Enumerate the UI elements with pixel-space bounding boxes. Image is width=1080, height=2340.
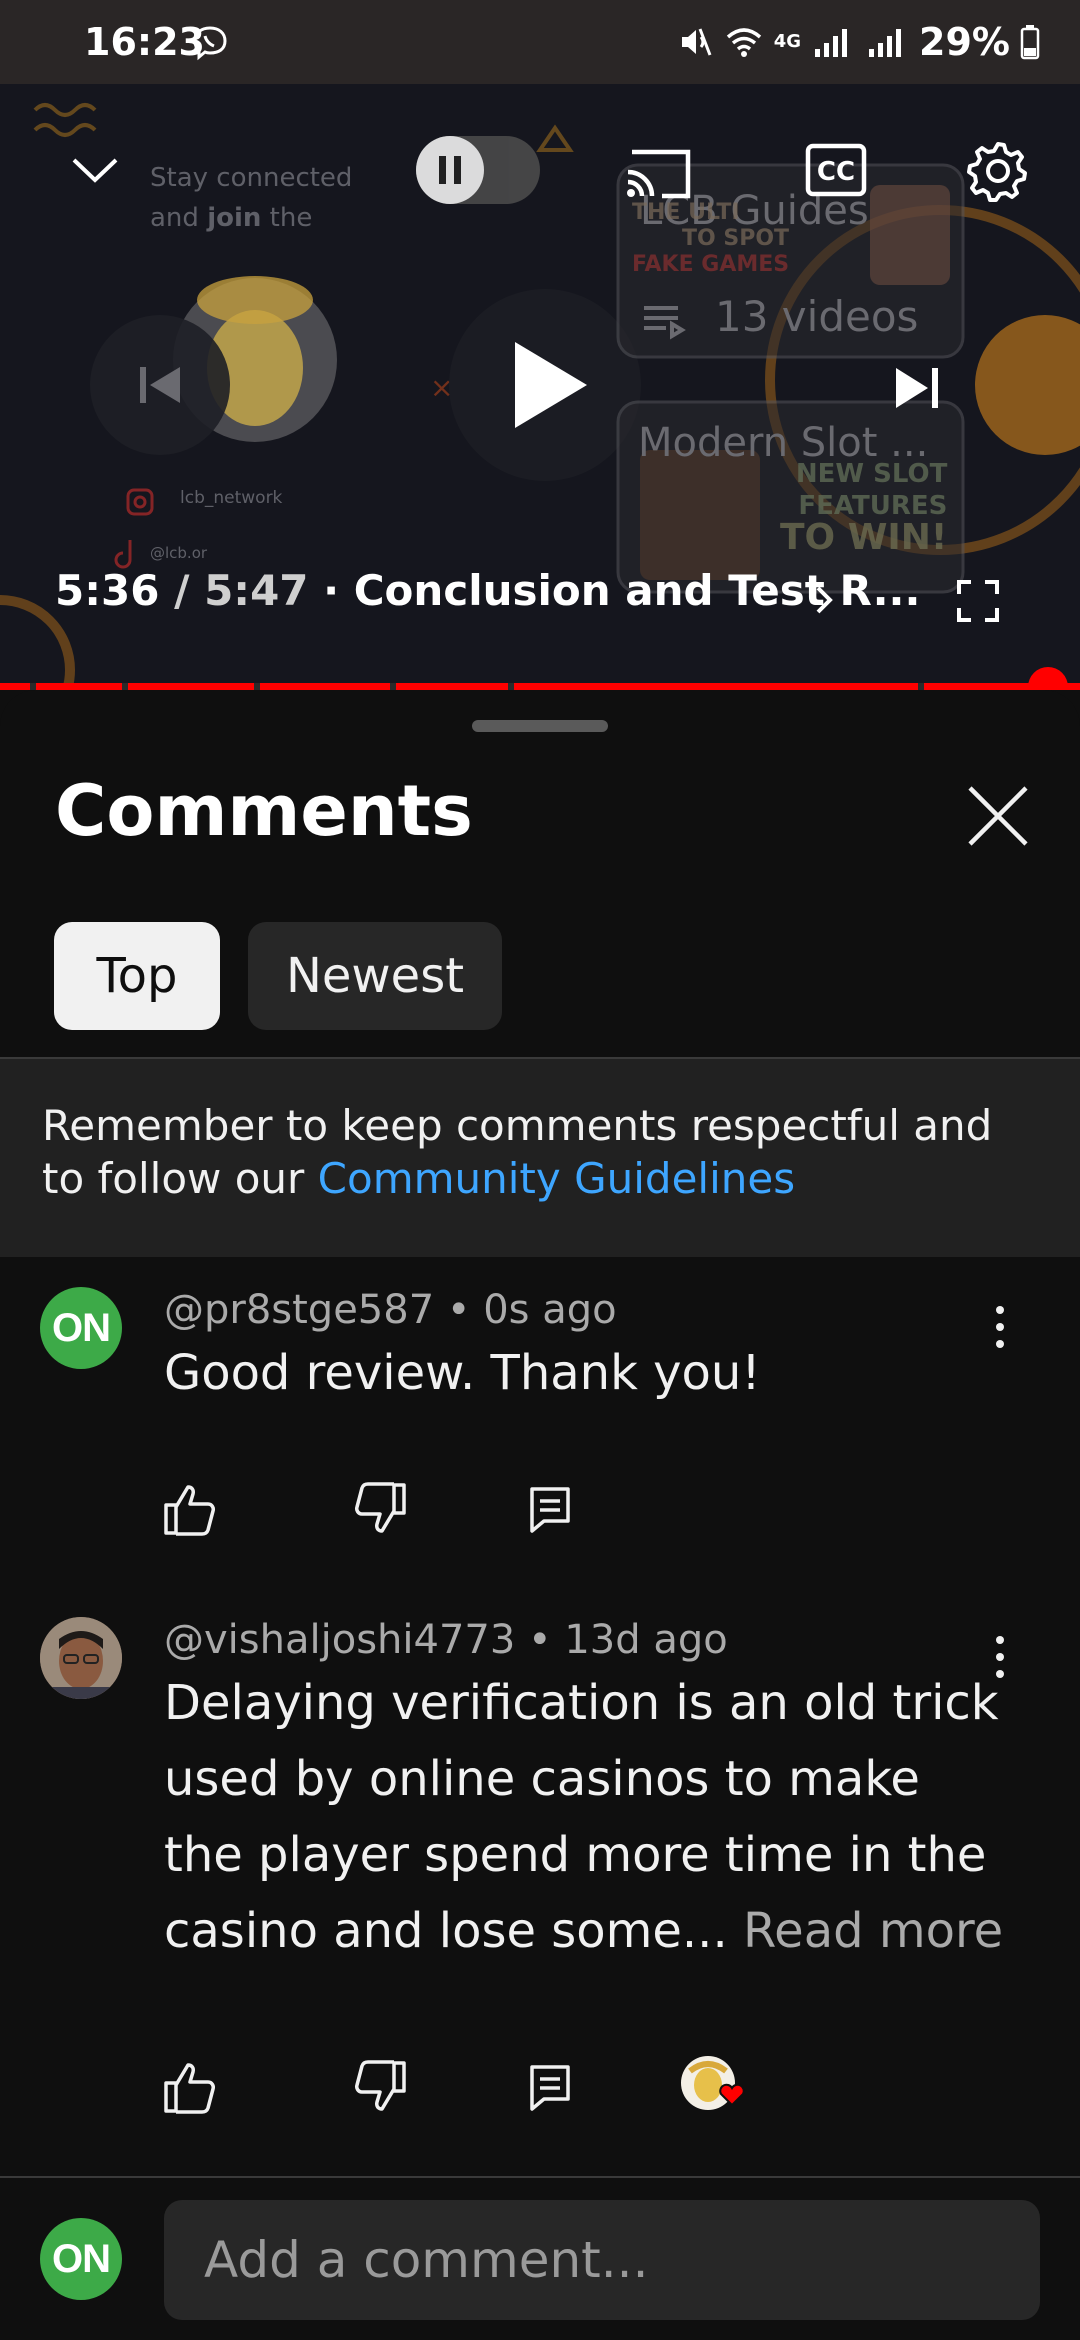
add-comment-bar: ON Add a comment... xyxy=(0,2176,1080,2340)
comment-item: @vishaljoshi4773 • 13d ago Delaying veri… xyxy=(0,1587,1080,2147)
frame-caption: Stay connected and join the xyxy=(150,163,353,233)
comment-item: ON @pr8stge587 • 0s ago Good review. Tha… xyxy=(0,1257,1080,1587)
like-icon[interactable] xyxy=(160,1479,220,1539)
comments-sheet: Comments Top Newest Remember to keep com… xyxy=(0,690,1080,2340)
comment-author[interactable]: @vishaljoshi4773 xyxy=(164,1617,515,1663)
reply-icon[interactable] xyxy=(520,2057,580,2117)
chapter-marker xyxy=(390,683,396,690)
status-bar: 16:23 4G 29% xyxy=(0,0,1080,84)
comments-title: Comments xyxy=(55,770,473,852)
play-icon[interactable] xyxy=(505,338,595,432)
user-photo xyxy=(40,1617,122,1699)
comment-age: 13d ago xyxy=(564,1617,728,1663)
captions-icon[interactable]: CC xyxy=(804,142,868,198)
current-time: 5:36 xyxy=(55,566,160,615)
like-icon[interactable] xyxy=(160,2057,220,2117)
playlist-icon xyxy=(644,306,686,340)
community-guidelines-link[interactable]: Community Guidelines xyxy=(318,1154,795,1203)
video-card-art-text: NEW SLOT FEATURES TO WIN! xyxy=(780,459,948,558)
filter-chip-newest[interactable]: Newest xyxy=(248,922,502,1030)
playlist-card-art-text: THE ULTI TO SPOT FAKE GAMES xyxy=(632,200,790,277)
wifi-icon xyxy=(726,28,761,57)
minimize-chevron-icon[interactable] xyxy=(70,150,120,190)
chapter-marker xyxy=(508,683,514,690)
chapter-marker xyxy=(30,683,36,690)
chapter-marker xyxy=(254,683,260,690)
guidelines-notice: Remember to keep comments respectful and… xyxy=(0,1057,1080,1257)
avatar[interactable]: ON xyxy=(40,1287,122,1369)
video-player[interactable]: × Stay connected and join the lcb_networ… xyxy=(0,0,1080,690)
comment-text: Good review. Thank you! xyxy=(164,1345,761,1401)
battery-level: 29% xyxy=(919,20,1010,64)
frame-social-site: @lcb.or xyxy=(150,544,208,562)
read-more-link[interactable]: Read more xyxy=(743,1903,1003,1959)
add-comment-input[interactable]: Add a comment... xyxy=(164,2200,1040,2320)
chapter-chevron-right-icon[interactable] xyxy=(810,582,840,618)
comment-author[interactable]: @pr8stge587 xyxy=(164,1287,434,1333)
avatar[interactable] xyxy=(40,1617,122,1699)
autoplay-toggle[interactable] xyxy=(416,136,540,204)
fullscreen-icon[interactable] xyxy=(955,578,1001,624)
creator-heart-icon xyxy=(681,2056,745,2110)
comment-meta: @vishaljoshi4773 • 13d ago xyxy=(164,1617,728,1663)
next-video-icon[interactable] xyxy=(890,360,950,416)
settings-gear-icon[interactable] xyxy=(965,138,1031,204)
sheet-drag-handle[interactable] xyxy=(472,720,608,732)
previous-video-icon[interactable] xyxy=(130,355,190,415)
dislike-icon[interactable] xyxy=(350,2057,410,2117)
network-type: 4G xyxy=(773,31,802,52)
close-icon[interactable] xyxy=(960,778,1036,854)
playlist-card-count: 13 videos xyxy=(715,292,919,341)
svg-text:CC: CC xyxy=(817,157,855,187)
comment-text: Delaying verification is an old trick us… xyxy=(164,1665,1004,1969)
autoplay-toggle-knob xyxy=(416,136,484,204)
comment-age: 0s ago xyxy=(483,1287,617,1333)
signal-icon-2 xyxy=(869,29,902,57)
chapter-marker xyxy=(122,683,128,690)
chapter-marker xyxy=(918,683,924,690)
pause-icon xyxy=(439,156,461,184)
status-right: 4G 29% xyxy=(676,20,1040,64)
battery-icon xyxy=(1020,25,1040,60)
frame-social-handle: lcb_network xyxy=(180,488,283,508)
filter-chip-top[interactable]: Top xyxy=(54,922,220,1030)
viber-icon xyxy=(193,26,227,61)
more-options-icon[interactable] xyxy=(984,1302,1016,1352)
mute-icon xyxy=(681,28,712,56)
dislike-icon[interactable] xyxy=(350,1479,410,1539)
signal-icon-1 xyxy=(815,29,848,57)
more-options-icon[interactable] xyxy=(984,1632,1016,1682)
time-display[interactable]: 5:36 / 5:47 · Conclusion and Test R... xyxy=(55,566,920,615)
avatar: ON xyxy=(40,2218,122,2300)
video-duration: 5:47 xyxy=(204,566,309,615)
cast-icon[interactable] xyxy=(624,142,696,202)
reply-icon[interactable] xyxy=(520,1479,580,1539)
status-time: 16:23 xyxy=(84,20,205,64)
comment-meta: @pr8stge587 • 0s ago xyxy=(164,1287,617,1333)
